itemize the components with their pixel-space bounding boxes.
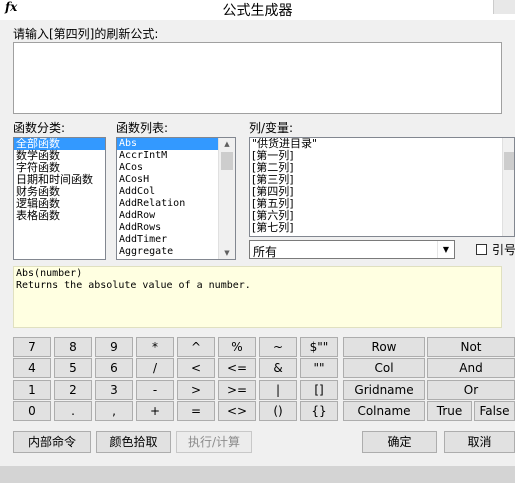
key-1[interactable]: 1 — [13, 380, 51, 400]
key-4[interactable]: 4 — [13, 358, 51, 378]
key-not-equal[interactable]: <> — [218, 401, 256, 421]
key-comma[interactable]: , — [95, 401, 133, 421]
key-8[interactable]: 8 — [54, 337, 92, 357]
function-list-scrollbar[interactable]: ▲ ▼ — [218, 138, 235, 259]
function-list[interactable]: Abs AccrIntM ACos ACosH AddCol AddRelati… — [116, 137, 236, 260]
key-dot[interactable]: . — [54, 401, 92, 421]
key-tilde[interactable]: ~ — [259, 337, 297, 357]
title-bar: fx 公式生成器 — [0, 0, 515, 20]
true-button[interactable]: True — [427, 401, 472, 421]
key-9[interactable]: 9 — [95, 337, 133, 357]
category-label: 函数分类: — [13, 121, 66, 135]
key-equal[interactable]: = — [177, 401, 215, 421]
key-brackets[interactable]: [] — [300, 380, 338, 400]
key-divide[interactable]: / — [136, 358, 174, 378]
not-button[interactable]: Not — [427, 337, 515, 357]
key-multiply[interactable]: * — [136, 337, 174, 357]
scroll-thumb[interactable] — [504, 152, 514, 170]
function-description: Abs(number) Returns the absolute value o… — [13, 266, 502, 328]
key-minus[interactable]: - — [136, 380, 174, 400]
key-parentheses[interactable]: () — [259, 401, 297, 421]
internal-command-button[interactable]: 内部命令 — [13, 431, 91, 453]
scroll-down-icon[interactable]: ▼ — [219, 247, 235, 259]
key-ampersand[interactable]: & — [259, 358, 297, 378]
key-less-equal[interactable]: <= — [218, 358, 256, 378]
description-scrollbar[interactable] — [502, 266, 515, 328]
column-variable-list[interactable]: "供货进目录" [第一列] [第二列] [第三列] [第四列] [第五列] [第… — [249, 137, 515, 237]
key-greater-than[interactable]: > — [177, 380, 215, 400]
window-title: 公式生成器 — [222, 3, 293, 19]
key-3[interactable]: 3 — [95, 380, 133, 400]
cancel-button[interactable]: 取消 — [444, 431, 515, 453]
category-list[interactable]: 全部函数 数学函数 字符函数 日期和时间函数 财务函数 逻辑函数 表格函数 — [13, 137, 106, 260]
scroll-thumb[interactable] — [221, 152, 233, 170]
quote-label: 引号 — [492, 243, 515, 257]
bottom-bar — [0, 466, 515, 483]
key-5[interactable]: 5 — [54, 358, 92, 378]
column-list-scrollbar[interactable] — [502, 138, 514, 236]
gridname-button[interactable]: Gridname — [343, 380, 425, 400]
row-button[interactable]: Row — [343, 337, 425, 357]
function-help-text: Returns the absolute value of a number. — [16, 280, 251, 291]
category-item[interactable]: 表格函数 — [14, 210, 105, 222]
formula-label: 请输入[第四列]的刷新公式: — [13, 27, 159, 41]
key-quotes[interactable]: "" — [300, 358, 338, 378]
column-filter-value: 所有 — [253, 245, 278, 259]
column-variable-label: 列/变量: — [249, 121, 294, 135]
key-7[interactable]: 7 — [13, 337, 51, 357]
function-list-label: 函数列表: — [116, 121, 169, 135]
key-greater-equal[interactable]: >= — [218, 380, 256, 400]
chevron-down-icon[interactable]: ▼ — [437, 241, 454, 258]
close-button[interactable] — [493, 0, 515, 14]
colname-button[interactable]: Colname — [343, 401, 425, 421]
ok-button[interactable]: 确定 — [362, 431, 437, 453]
column-item[interactable]: [第七列] — [250, 222, 514, 234]
or-button[interactable]: Or — [427, 380, 515, 400]
key-braces[interactable]: {} — [300, 401, 338, 421]
column-filter-select[interactable]: 所有 ▼ — [249, 240, 455, 259]
key-less-than[interactable]: < — [177, 358, 215, 378]
key-power[interactable]: ^ — [177, 337, 215, 357]
col-button[interactable]: Col — [343, 358, 425, 378]
key-plus[interactable]: + — [136, 401, 174, 421]
false-button[interactable]: False — [474, 401, 515, 421]
quote-checkbox[interactable] — [476, 244, 487, 255]
key-2[interactable]: 2 — [54, 380, 92, 400]
key-dollar-quote[interactable]: $"" — [300, 337, 338, 357]
formula-input[interactable] — [13, 42, 502, 114]
key-0[interactable]: 0 — [13, 401, 51, 421]
scroll-up-icon[interactable]: ▲ — [219, 138, 235, 150]
key-percent[interactable]: % — [218, 337, 256, 357]
execute-button[interactable]: 执行/计算 — [176, 431, 252, 453]
key-pipe[interactable]: | — [259, 380, 297, 400]
color-pick-button[interactable]: 颜色拾取 — [96, 431, 171, 453]
key-6[interactable]: 6 — [95, 358, 133, 378]
and-button[interactable]: And — [427, 358, 515, 378]
function-signature: Abs(number) — [16, 268, 83, 279]
